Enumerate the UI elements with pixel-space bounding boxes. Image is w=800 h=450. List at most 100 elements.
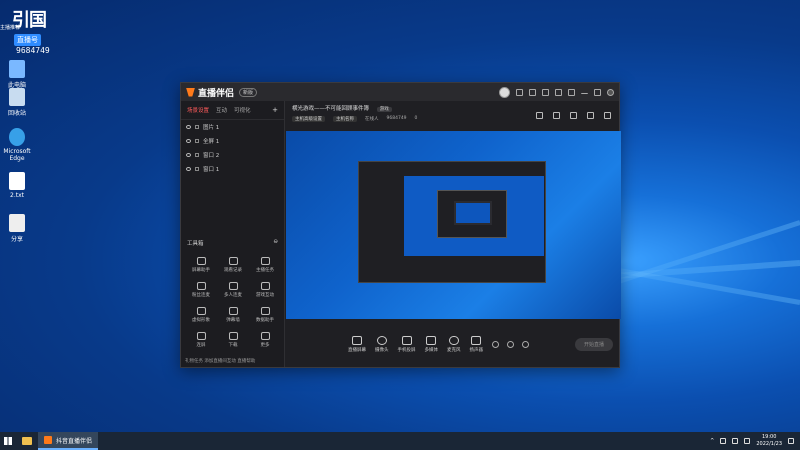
tab-scene[interactable]: 场景设置 xyxy=(187,106,209,114)
list-icon[interactable] xyxy=(570,112,577,119)
control-mic[interactable]: 麦克风 xyxy=(447,335,461,353)
live-companion-window: 直播伴侣 新版 场景设置 互动 可视化 + 图片 1 全屏 1 窗口 2 窗口 … xyxy=(180,82,621,368)
desktop-icon-label: 2.txt xyxy=(10,192,24,199)
start-live-button[interactable]: 开始直播 xyxy=(574,337,613,351)
taskbar-app-live-companion[interactable]: 抖音直播伴侣 xyxy=(38,432,99,450)
control-label: 直播屏幕 xyxy=(348,347,366,353)
eye-icon[interactable] xyxy=(186,167,191,171)
tool-item[interactable]: 更多 xyxy=(249,332,281,348)
viewer-count: 0 xyxy=(414,116,418,121)
tool-label: 虚拟形象 xyxy=(192,318,210,323)
desktop-icon-share[interactable]: 分享 xyxy=(2,214,32,243)
tool-item[interactable]: 数据助手 xyxy=(249,307,281,323)
info-chip[interactable]: 主机名称 xyxy=(333,116,357,122)
record-icon[interactable] xyxy=(492,340,499,348)
lock-icon[interactable] xyxy=(195,167,199,171)
tool-item[interactable]: 粉丝连麦 xyxy=(185,282,217,298)
lock-icon[interactable] xyxy=(553,112,560,119)
volume-icon[interactable] xyxy=(744,438,751,444)
desktop-icon-this-pc[interactable]: 此电脑 xyxy=(2,60,32,89)
taskbar-app-label: 抖音直播伴侣 xyxy=(56,437,93,445)
tool-icon xyxy=(260,282,270,290)
tool-icon xyxy=(196,332,206,340)
info-chip[interactable]: 主机高级设置 xyxy=(292,116,325,122)
settings-icon[interactable] xyxy=(542,88,549,96)
notification-icon[interactable] xyxy=(788,438,794,444)
gift-icon[interactable] xyxy=(536,112,543,119)
live-label: 在线人 xyxy=(365,117,379,122)
source-item[interactable]: 窗口 2 xyxy=(181,148,284,162)
menu-icon[interactable] xyxy=(568,88,575,96)
start-button[interactable] xyxy=(0,432,16,450)
tool-item[interactable]: 弹幕墙 xyxy=(217,307,249,323)
tool-item[interactable]: 下载 xyxy=(217,332,249,348)
control-phone[interactable]: 手机投屏 xyxy=(398,335,416,353)
bell-icon[interactable] xyxy=(587,112,594,119)
desktop-icon-text-file[interactable]: 2.txt xyxy=(2,172,32,199)
control-speaker[interactable]: 扬声器 xyxy=(470,335,483,353)
app-logo: 直播伴侣 xyxy=(186,86,234,99)
lock-icon[interactable] xyxy=(195,139,199,143)
tool-icon xyxy=(260,257,270,265)
tool-label: 游戏互动 xyxy=(256,293,274,298)
lock-icon[interactable] xyxy=(195,125,199,129)
tool-item[interactable]: 连屏 xyxy=(185,332,217,348)
version-pill[interactable]: 新版 xyxy=(239,87,258,97)
network-icon[interactable] xyxy=(732,438,739,444)
tool-item[interactable]: 多人连麦 xyxy=(217,282,249,298)
eye-icon[interactable] xyxy=(186,139,191,143)
source-item[interactable]: 图片 1 xyxy=(181,120,284,134)
maximize-icon[interactable] xyxy=(594,88,601,96)
system-tray: ^ 19:00 2022/1/23 xyxy=(710,434,800,448)
tab-visual[interactable]: 可视化 xyxy=(234,106,251,114)
tab-interaction[interactable]: 互动 xyxy=(216,106,227,114)
avatar[interactable] xyxy=(499,86,510,98)
source-item[interactable]: 窗口 1 xyxy=(181,162,284,176)
tool-label: 多人连麦 xyxy=(224,293,242,298)
add-icon[interactable]: + xyxy=(272,106,278,114)
tool-item[interactable]: 游戏互动 xyxy=(249,282,281,298)
nested-preview-core xyxy=(454,201,492,225)
windows-icon xyxy=(4,437,12,445)
desktop-icon-recycle-bin[interactable]: 回收站 xyxy=(2,88,32,117)
microphone-icon[interactable] xyxy=(720,438,727,444)
tool-item[interactable]: 虚拟形象 xyxy=(185,307,217,323)
minimize-icon[interactable] xyxy=(581,90,588,94)
tool-icon xyxy=(260,307,270,315)
eye-icon[interactable] xyxy=(186,125,191,129)
share-icon[interactable] xyxy=(604,112,611,119)
tool-item[interactable]: 观看记录 xyxy=(217,257,249,273)
control-camera[interactable]: 摄像头 xyxy=(375,335,389,353)
collapse-icon[interactable]: ⊖ xyxy=(273,239,278,247)
chat-icon[interactable] xyxy=(529,88,536,96)
tool-item[interactable]: 主播任务 xyxy=(249,257,281,273)
close-icon[interactable] xyxy=(607,88,614,96)
eye-icon[interactable] xyxy=(507,340,514,348)
clock[interactable]: 19:00 2022/1/23 xyxy=(756,434,782,448)
stream-preview[interactable] xyxy=(286,131,621,319)
control-media[interactable]: 多媒体 xyxy=(425,335,438,353)
control-screen[interactable]: 直播屏幕 xyxy=(348,335,366,353)
filter-icon[interactable] xyxy=(555,88,562,96)
recycle-bin-icon xyxy=(9,88,25,106)
toolbox-grid: 屏幕助手 观看记录 主播任务 粉丝连麦 多人连麦 游戏互动 虚拟形象 弹幕墙 数… xyxy=(185,257,281,348)
desktop-icon-edge[interactable]: Microsoft Edge xyxy=(2,128,32,162)
left-panel: 场景设置 互动 可视化 + 图片 1 全屏 1 窗口 2 窗口 1 工具箱 ⊖ … xyxy=(181,101,285,367)
eye-icon[interactable] xyxy=(186,153,191,157)
source-label: 窗口 2 xyxy=(203,153,220,159)
app-logo-icon xyxy=(186,87,195,97)
lock-icon[interactable] xyxy=(195,153,199,157)
stream-title[interactable]: 横光游戏——不可能回顾事件簿 xyxy=(292,106,369,112)
file-explorer-icon[interactable] xyxy=(22,437,32,445)
left-footer[interactable]: 礼物任务 添加直播间互动 直播帮助 xyxy=(185,358,255,364)
tool-item[interactable]: 屏幕助手 xyxy=(185,257,217,273)
source-item[interactable]: 全屏 1 xyxy=(181,134,284,148)
camera-icon xyxy=(376,335,387,345)
tool-icon xyxy=(228,257,238,265)
titlebar-controls xyxy=(499,86,614,98)
stream-tag[interactable]: 游戏 xyxy=(376,107,392,112)
streamer-logo: 引国 主播推荐 直播号 9684749 xyxy=(0,6,60,56)
gear-icon[interactable] xyxy=(522,340,529,348)
chevron-up-icon[interactable]: ^ xyxy=(710,438,714,444)
message-icon[interactable] xyxy=(516,88,523,96)
